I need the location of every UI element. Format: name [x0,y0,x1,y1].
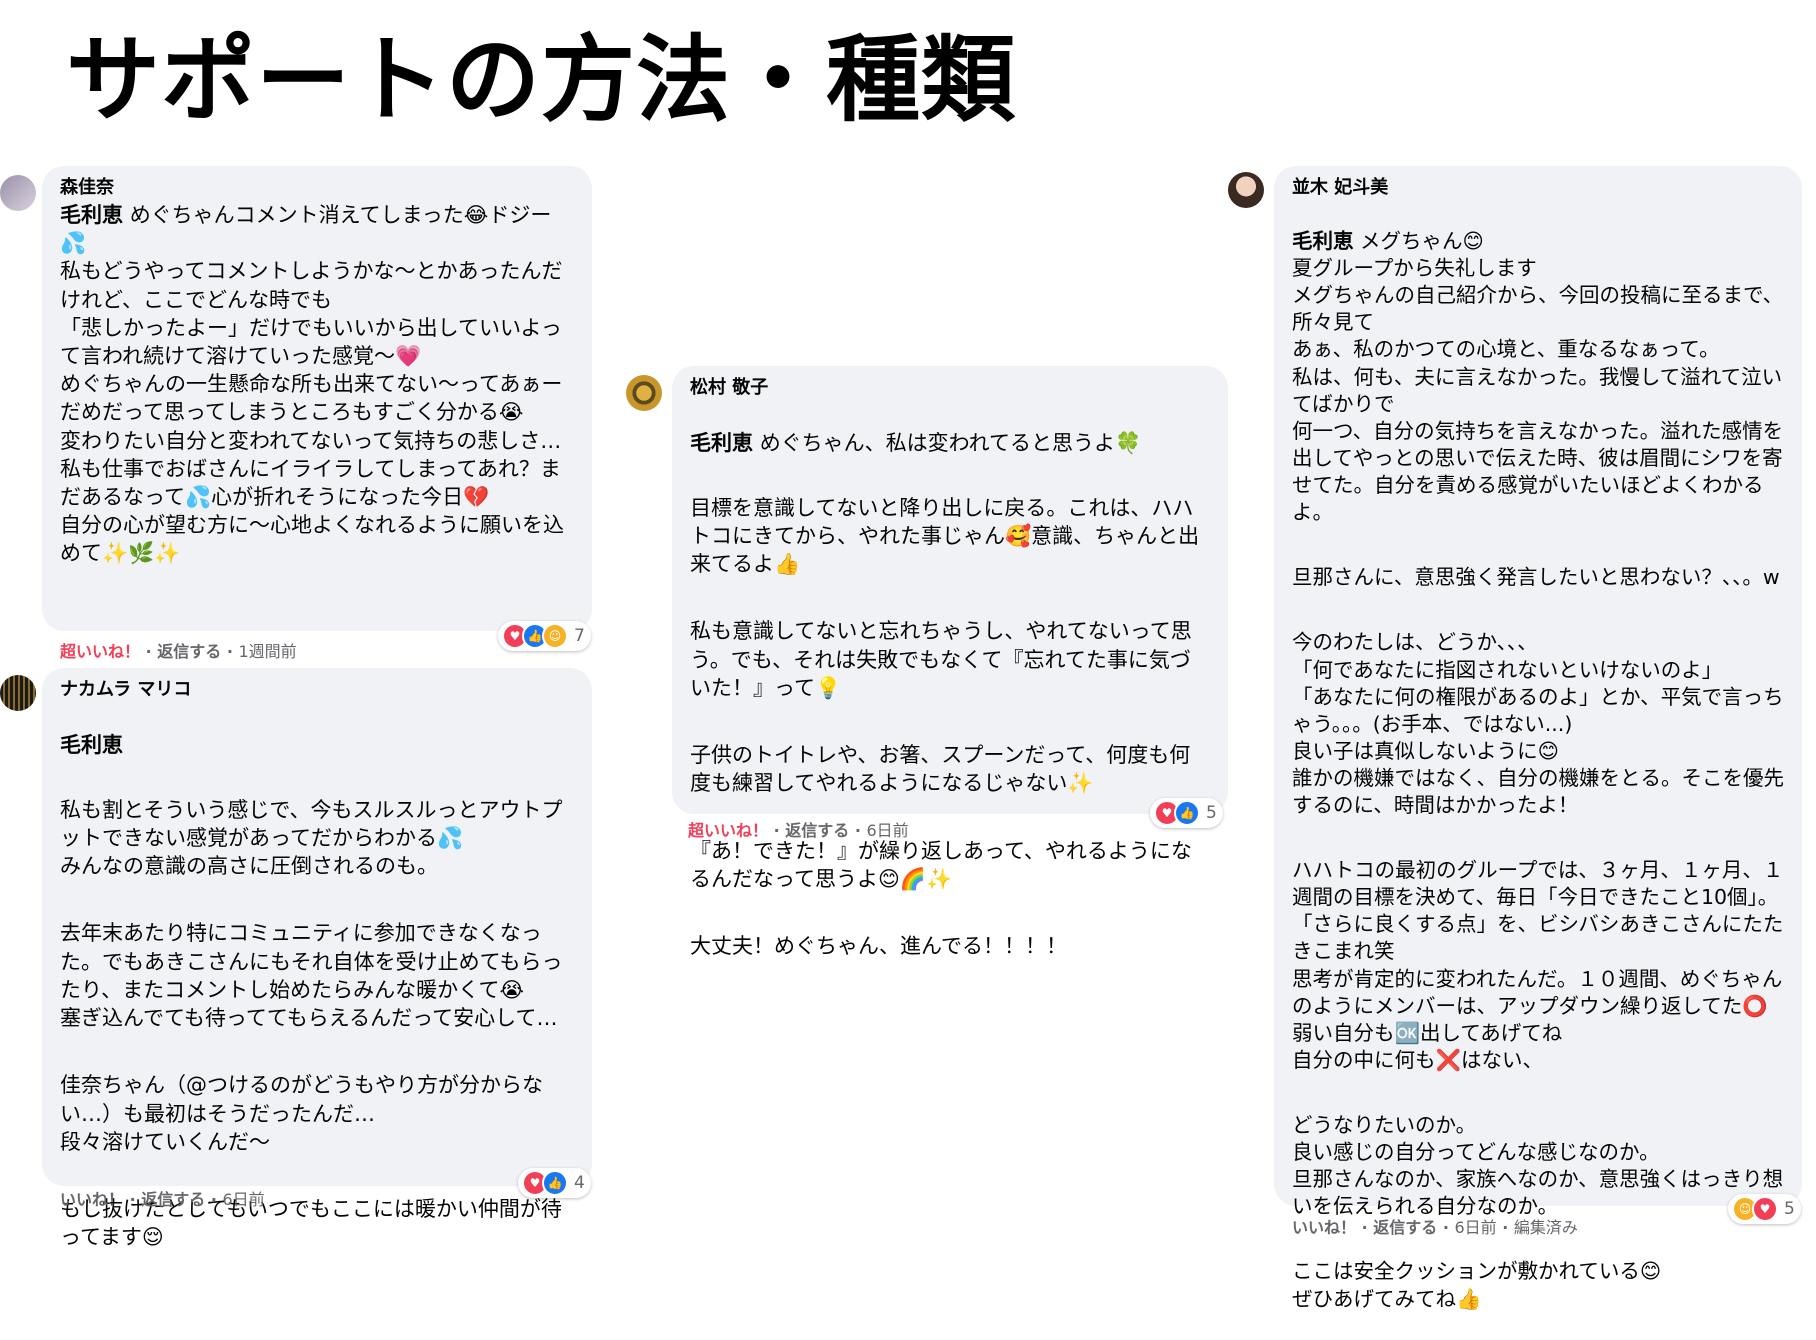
comment-actions: いいね！ · 返信する · 6日前 · 編集済み [1292,1218,1578,1237]
reaction-count: 5 [1206,803,1217,823]
comment-actions: いいね！ · 返信する · 6日前 [60,1190,265,1209]
comment-paragraph: 大丈夫！めぐちゃん、進んでる！！！！ [690,934,1067,959]
comment-body: 毛利恵 めぐちゃんコメント消えてしまった😂ドジー💦 私もどうやってコメントしよう… [60,201,574,568]
reaction-summary[interactable]: ♥ 👍 5 [1150,798,1223,828]
comment-actions: 超いいね！ · 返信する · 6日前 [688,821,909,840]
comment-paragraph: 目標を意識してないと降り出しに戻る。これは、ハハトコにきてから、やれた事じゃん🥰… [690,495,1200,577]
comment-bubble-3: 松村 敬子 毛利恵 めぐちゃん、私は変われてると思うよ🍀 目標を意識してないと降… [672,366,1228,958]
comment-paragraph: ここは安全クッションが敷かれている😊 ぜひあげてみてね👍 [1292,1259,1662,1311]
comment-paragraph: 子供のトイトレや、お箸、スプーンだって、何度も何度も練習してやれるようになるじゃ… [690,743,1191,796]
comment-paragraph: ハハトコの最初のグループでは、３ヶ月、１ヶ月、１週間の目標を決めて、毎日「今日で… [1292,858,1784,1072]
comment-body: 毛利恵 メグちゃん😊 夏グループから失礼します メグちゃんの自己紹介から、今回の… [1292,201,1784,1340]
like-icon: 👍 [542,1170,568,1196]
like-action[interactable]: いいね！ [1292,1218,1356,1237]
comment-paragraph: 今のわたしは、どうか、、、 「何であなたに指図されないといけないのよ」 「あなた… [1292,630,1784,817]
comment-author[interactable]: 森佳奈 [60,176,574,200]
comment-text: メグちゃん😊 夏グループから失礼します メグちゃんの自己紹介から、今回の投稿に至… [1292,229,1784,525]
slide-title: サポートの方法・種類 [66,26,1017,135]
comment-paragraph: 去年末あたり特にコミュニティに参加できなくなった。でもあきこさんにもそれ自体を受… [60,921,563,1031]
reaction-count: 7 [574,626,585,646]
comment-paragraph: 旦那さんに、意思強く発言したいと思わない？、、。w [1292,565,1780,590]
timestamp[interactable]: 6日前 [1454,1218,1496,1237]
reply-action[interactable]: 返信する [141,1190,205,1209]
comment-paragraph: 佳奈ちゃん（@つけるのがどうもやり方が分からない…）も最初はそうだったんだ… 段… [60,1073,543,1154]
care-icon: ☺ [542,623,568,649]
avatar[interactable] [0,175,36,211]
reaction-count: 5 [1784,1199,1795,1219]
like-icon: 👍 [1174,800,1200,826]
mention[interactable]: 毛利恵 [60,731,574,759]
mention[interactable]: 毛利恵 [690,431,753,455]
reaction-count: 4 [574,1173,585,1193]
mention[interactable]: 毛利恵 [60,203,123,227]
reply-action[interactable]: 返信する [785,821,849,840]
comment-bubble-4: 並木 妃斗美 毛利恵 メグちゃん😊 夏グループから失礼します メグちゃんの自己紹… [1274,166,1802,1311]
comment-paragraph: 私も割とそういう感じで、今もスルスルっとアウトプットできない感覚があってだからわ… [60,797,563,879]
comment-bubble-2: ナカムラ マリコ 毛利恵 私も割とそういう感じで、今もスルスルっとアウトプットで… [42,668,592,1249]
comment-actions: 超いいね！ · 返信する · 1週間前 [60,642,297,661]
comment-bubble-1: 森佳奈 毛利恵 めぐちゃんコメント消えてしまった😂ドジー💦 私もどうやってコメン… [42,166,592,631]
comment-author[interactable]: 並木 妃斗美 [1292,176,1784,200]
comment-text: めぐちゃん、私は変われてると思うよ🍀 [759,431,1142,456]
reaction-summary[interactable]: ☺ ♥ 5 [1728,1194,1801,1224]
like-action[interactable]: いいね！ [60,1190,124,1209]
edited-label: 編集済み [1513,1218,1578,1237]
love-icon: ♥ [1752,1196,1778,1222]
avatar[interactable] [1228,172,1264,208]
timestamp[interactable]: 6日前 [866,821,908,840]
reaction-summary[interactable]: ♥ 👍 4 [518,1168,591,1198]
comment-author[interactable]: ナカムラ マリコ [60,678,574,702]
reaction-summary[interactable]: ♥ 👍 ☺ 7 [498,621,591,651]
comment-body: 毛利恵 めぐちゃん、私は変われてると思うよ🍀 目標を意識してないと降り出しに戻る… [690,401,1210,989]
avatar[interactable] [0,675,36,711]
comment-author[interactable]: 松村 敬子 [690,376,1210,400]
reply-action[interactable]: 返信する [1373,1218,1437,1237]
avatar[interactable] [626,375,662,411]
comment-paragraph: どうなりたいのか。 良い感じの自分ってどんな感じなのか。 旦那さんなのか、家族へ… [1292,1113,1784,1219]
like-action[interactable]: 超いいね！ [688,821,768,840]
comment-text: めぐちゃんコメント消えてしまった😂ドジー💦 私もどうやってコメントしようかな〜と… [60,203,564,566]
comment-paragraph: 『あ！できた！』が繰り返しあって、やれるようになるんだなって思うよ😊🌈✨ [690,838,1192,892]
timestamp[interactable]: 6日前 [222,1190,264,1209]
comment-paragraph: 私も意識してないと忘れちゃうし、やれてないって思う。でも、それは失敗でもなくて『… [690,619,1192,700]
reply-action[interactable]: 返信する [157,642,221,661]
mention[interactable]: 毛利恵 [1292,229,1354,253]
timestamp[interactable]: 1週間前 [238,642,296,661]
like-action[interactable]: 超いいね！ [60,642,140,661]
